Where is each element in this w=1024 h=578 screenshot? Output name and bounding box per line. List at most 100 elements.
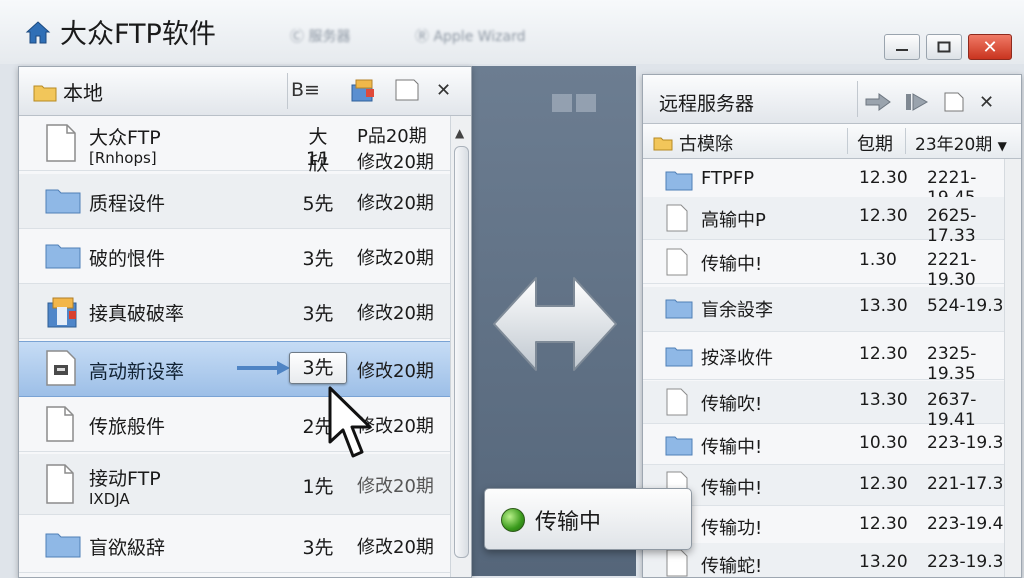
file-name: 按泽收件 [701, 348, 773, 369]
new-folder-icon[interactable] [350, 77, 378, 103]
list-item[interactable]: FTPFP 12.30 2221-19.45 [643, 159, 1021, 208]
file-size: 12.30 [859, 206, 908, 226]
minimize-button[interactable] [884, 34, 920, 60]
file-date: 221-17.31 [927, 474, 1015, 494]
column-date[interactable]: 23年20期 ▼ [915, 130, 1007, 155]
file-date: P品20期 [357, 126, 427, 147]
new-file-icon[interactable] [394, 78, 420, 102]
list-item[interactable]: 传输功! 12.30 223-19.45 [643, 505, 1021, 546]
folder-icon [665, 299, 693, 319]
list-item[interactable]: 传输中! 10.30 223-19.35 [643, 424, 1021, 465]
list-item[interactable]: 盲欲級辞 3先 修改20期 [19, 518, 451, 573]
column-date-label: 23年20期 [915, 135, 993, 155]
list-item[interactable]: 传输吹! 13.30 2637-19.41 [643, 381, 1021, 430]
list-item[interactable]: 接动FTP IXDJA 1先 修改20期 [19, 454, 451, 515]
home-icon [25, 20, 51, 43]
file-name: 高输中P [701, 210, 766, 231]
local-panel-title: 本地 [33, 77, 103, 106]
list-item[interactable]: 大众FTP [Rnhops] 大欣 11先 P品20期 修改20期 [19, 116, 451, 196]
folder-icon [45, 189, 81, 214]
new-file-icon[interactable] [943, 91, 965, 113]
file-name: 破的恨件 [89, 248, 166, 270]
file-name: 传输中! [701, 437, 763, 458]
file-size: 13.20 [859, 552, 908, 572]
file-name: 传输中! [701, 478, 763, 499]
list-item[interactable]: 高输中P 12.30 2625-17.33 [643, 197, 1021, 246]
local-scrollbar[interactable]: ▲ [450, 116, 471, 577]
arrow-forward-icon[interactable] [865, 92, 891, 112]
close-button[interactable]: ✕ [968, 34, 1012, 60]
sort-down-icon: ▼ [997, 139, 1007, 153]
folder-icon [653, 137, 673, 151]
file-name: 传输中! [701, 254, 763, 275]
list-item[interactable]: 传输中! 1.30 2221-19.30 [643, 241, 1021, 290]
file-date: 修改20期 [357, 248, 434, 269]
minimize-icon [896, 49, 908, 51]
file-name: 高动新设率 [89, 361, 185, 383]
document-icon [666, 204, 688, 232]
file-size: 3先 [302, 248, 334, 270]
divider [287, 73, 288, 109]
list-item[interactable]: 传旅般件 2先 修改20期 [19, 397, 451, 452]
folder-icon [45, 244, 81, 269]
list-item[interactable]: 传输蛇! 13.20 223-19.35 [643, 543, 1021, 577]
file-date: 223-19.45 [927, 514, 1015, 534]
column-name-label: 古模除 [679, 134, 733, 155]
document-icon [666, 248, 688, 276]
app-title: 大众FTP软件 [24, 12, 216, 51]
file-name: 大众FTP [89, 127, 161, 149]
document-icon [46, 406, 74, 442]
folder-icon [665, 436, 693, 456]
list-item[interactable]: 接真破破率 3先 修改20期 [19, 284, 451, 339]
title-bar: 大众FTP软件 Ⓒ 服务器 Ⓡ Apple Wizard ✕ [0, 0, 1024, 64]
file-name: 接动FTP [89, 468, 161, 490]
file-size: 13.30 [859, 296, 908, 316]
remote-toolbar: ✕ [865, 91, 994, 113]
list-item-selected[interactable]: 高动新设率 3先 修改20期 [19, 341, 451, 397]
remote-close-button[interactable]: ✕ [979, 92, 994, 113]
status-label: 传输中 [535, 510, 602, 535]
file-date: 修改20期 [357, 476, 434, 497]
folder-icon [45, 533, 81, 558]
column-name[interactable]: 古模除 [653, 130, 733, 156]
remote-scrollbar[interactable] [1004, 159, 1021, 577]
column-size[interactable]: 包期 [857, 130, 893, 156]
scroll-up-icon[interactable]: ▲ [455, 126, 464, 140]
view-toggle-button[interactable]: B≡ [291, 79, 320, 101]
transfer-arrow-icon[interactable] [490, 264, 620, 384]
window-controls: ✕ [884, 34, 1012, 60]
file-date-sub: 修改20期 [357, 152, 434, 173]
package-icon [47, 297, 77, 328]
local-panel: 本地 B≡ ✕ 大众FTP [Rnhops] 大欣 11先 P品20期 修改20… [18, 66, 472, 578]
mouse-cursor-icon [328, 386, 372, 458]
local-close-button[interactable]: ✕ [436, 80, 451, 101]
transfer-status: 传输中 [484, 488, 692, 550]
file-name-sub: [Rnhops] [89, 149, 157, 167]
list-item[interactable]: 按泽收件 12.30 2325-19.35 [643, 335, 1021, 384]
play-icon[interactable] [905, 92, 929, 112]
divider [857, 81, 858, 117]
list-item[interactable]: 传输中! 12.30 221-17.31 [643, 465, 1021, 506]
file-date: 223-19.35 [927, 433, 1015, 453]
maximize-icon [937, 41, 951, 53]
document-icon [666, 549, 688, 577]
file-name: 传旅般件 [89, 416, 166, 438]
divider [905, 128, 906, 154]
divider [847, 128, 848, 154]
list-item[interactable]: 破的恨件 3先 修改20期 [19, 229, 451, 284]
ghost-label: Ⓡ Apple Wizard [415, 29, 526, 45]
file-size: 5先 [302, 193, 334, 215]
list-item[interactable]: 质程设件 5先 修改20期 [19, 174, 451, 229]
file-date: 524-19.39 [927, 296, 1015, 316]
file-name: 传输吹! [701, 394, 763, 415]
maximize-button[interactable] [926, 34, 962, 60]
file-size: 13.30 [859, 390, 908, 410]
ghost-label: Ⓒ 服务器 [290, 29, 351, 45]
list-item[interactable]: 盲余設李 13.30 524-19.39 [643, 287, 1021, 332]
file-name: 盲余設李 [701, 300, 773, 321]
file-size: 12.30 [859, 344, 908, 364]
file-size: 12.30 [859, 514, 908, 534]
arrow-right-icon [237, 361, 290, 375]
scroll-thumb[interactable] [454, 146, 469, 558]
file-name: 质程设件 [89, 193, 166, 215]
